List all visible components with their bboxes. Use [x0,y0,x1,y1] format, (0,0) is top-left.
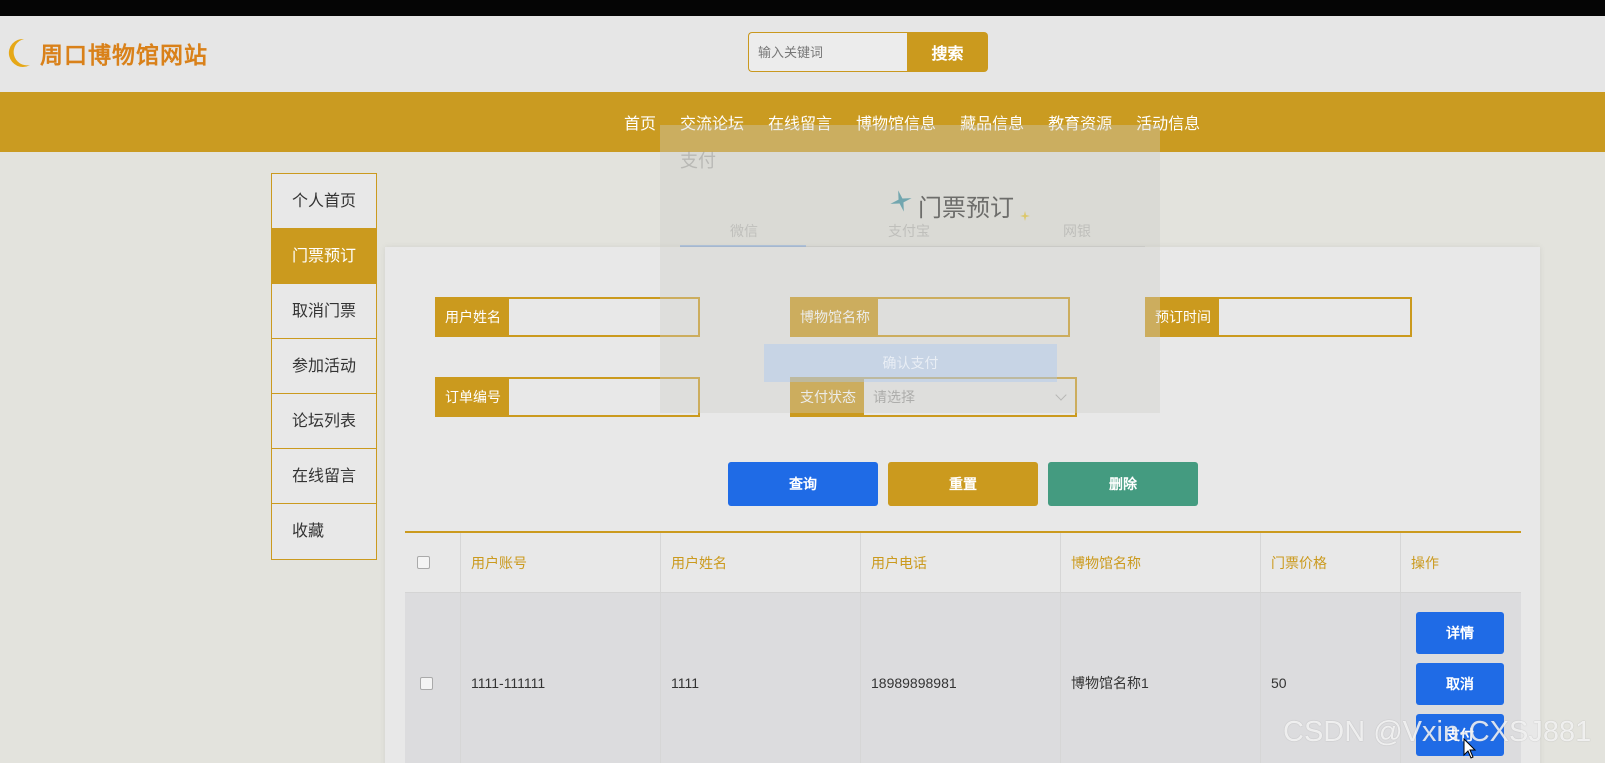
nav-item-home[interactable]: 首页 [624,110,656,134]
cell-name: 1111 [660,593,860,763]
cell-phone: 18989898981 [860,593,1060,763]
reset-button[interactable]: 重置 [888,462,1038,506]
booking-time-filter: 预订时间 [1145,297,1412,337]
cancel-button[interactable]: 取消 [1416,663,1504,705]
payment-method-tabs: 微信 支付宝 网银 [680,221,1145,247]
sidebar-item-ticket-booking[interactable]: 门票预订 [272,229,376,284]
site-title: 周口博物馆网站 [40,42,208,68]
column-header-phone[interactable]: 用户电话 [860,533,1060,592]
sidebar-item-join-activity[interactable]: 参加活动 [272,339,376,394]
column-header-price[interactable]: 门票价格 [1260,533,1400,592]
sidebar-item-favorites[interactable]: 收藏 [272,504,376,559]
site-logo[interactable]: 周口博物馆网站 [4,36,208,70]
search-input[interactable] [748,32,907,72]
site-header: 周口博物馆网站 搜索 [0,16,1605,92]
delete-button[interactable]: 删除 [1048,462,1198,506]
column-header-museum[interactable]: 博物馆名称 [1060,533,1260,592]
column-header-account[interactable]: 用户账号 [460,533,660,592]
row-checkbox[interactable] [420,676,433,690]
tab-wechat[interactable]: 微信 [730,221,758,241]
sidebar-item-messages[interactable]: 在线留言 [272,449,376,504]
window-top-bar [0,0,1605,16]
watermark: CSDN @Vxin-CXSJ881 [1283,716,1592,748]
user-name-label: 用户姓名 [437,299,509,335]
detail-button[interactable]: 详情 [1416,612,1504,654]
search-bar: 搜索 [748,32,988,72]
search-button[interactable]: 搜索 [907,32,988,72]
sidebar-item-profile[interactable]: 个人首页 [272,174,376,229]
cell-account: 1111-111111 [460,593,660,763]
tab-online-bank[interactable]: 网银 [1063,221,1091,241]
table-header: 用户账号 用户姓名 用户电话 博物馆名称 门票价格 操作 [405,533,1521,593]
payment-dialog-title: 支付 [680,151,716,171]
confirm-payment-button[interactable]: 确认支付 [764,344,1057,382]
moon-icon [8,38,30,67]
query-button[interactable]: 查询 [728,462,878,506]
order-no-label: 订单编号 [437,379,509,415]
booking-table: 用户账号 用户姓名 用户电话 博物馆名称 门票价格 操作 1111-111111… [405,531,1521,763]
select-all-checkbox[interactable] [417,556,430,569]
booking-time-input[interactable] [1219,299,1410,335]
mouse-cursor-icon [1463,738,1477,759]
sidebar-item-cancel-ticket[interactable]: 取消门票 [272,284,376,339]
column-header-actions: 操作 [1400,533,1521,592]
payment-dialog: 支付 微信 支付宝 网银 确认支付 [660,125,1160,413]
tab-alipay[interactable]: 支付宝 [888,221,930,241]
column-header-name[interactable]: 用户姓名 [660,533,860,592]
cell-museum: 博物馆名称1 [1060,593,1260,763]
sidebar-menu: 个人首页 门票预订 取消门票 参加活动 论坛列表 在线留言 收藏 [271,173,377,560]
sidebar-item-forum-list[interactable]: 论坛列表 [272,394,376,449]
active-tab-indicator [680,245,806,247]
select-all-cell [405,533,460,592]
row-select-cell [405,593,460,763]
